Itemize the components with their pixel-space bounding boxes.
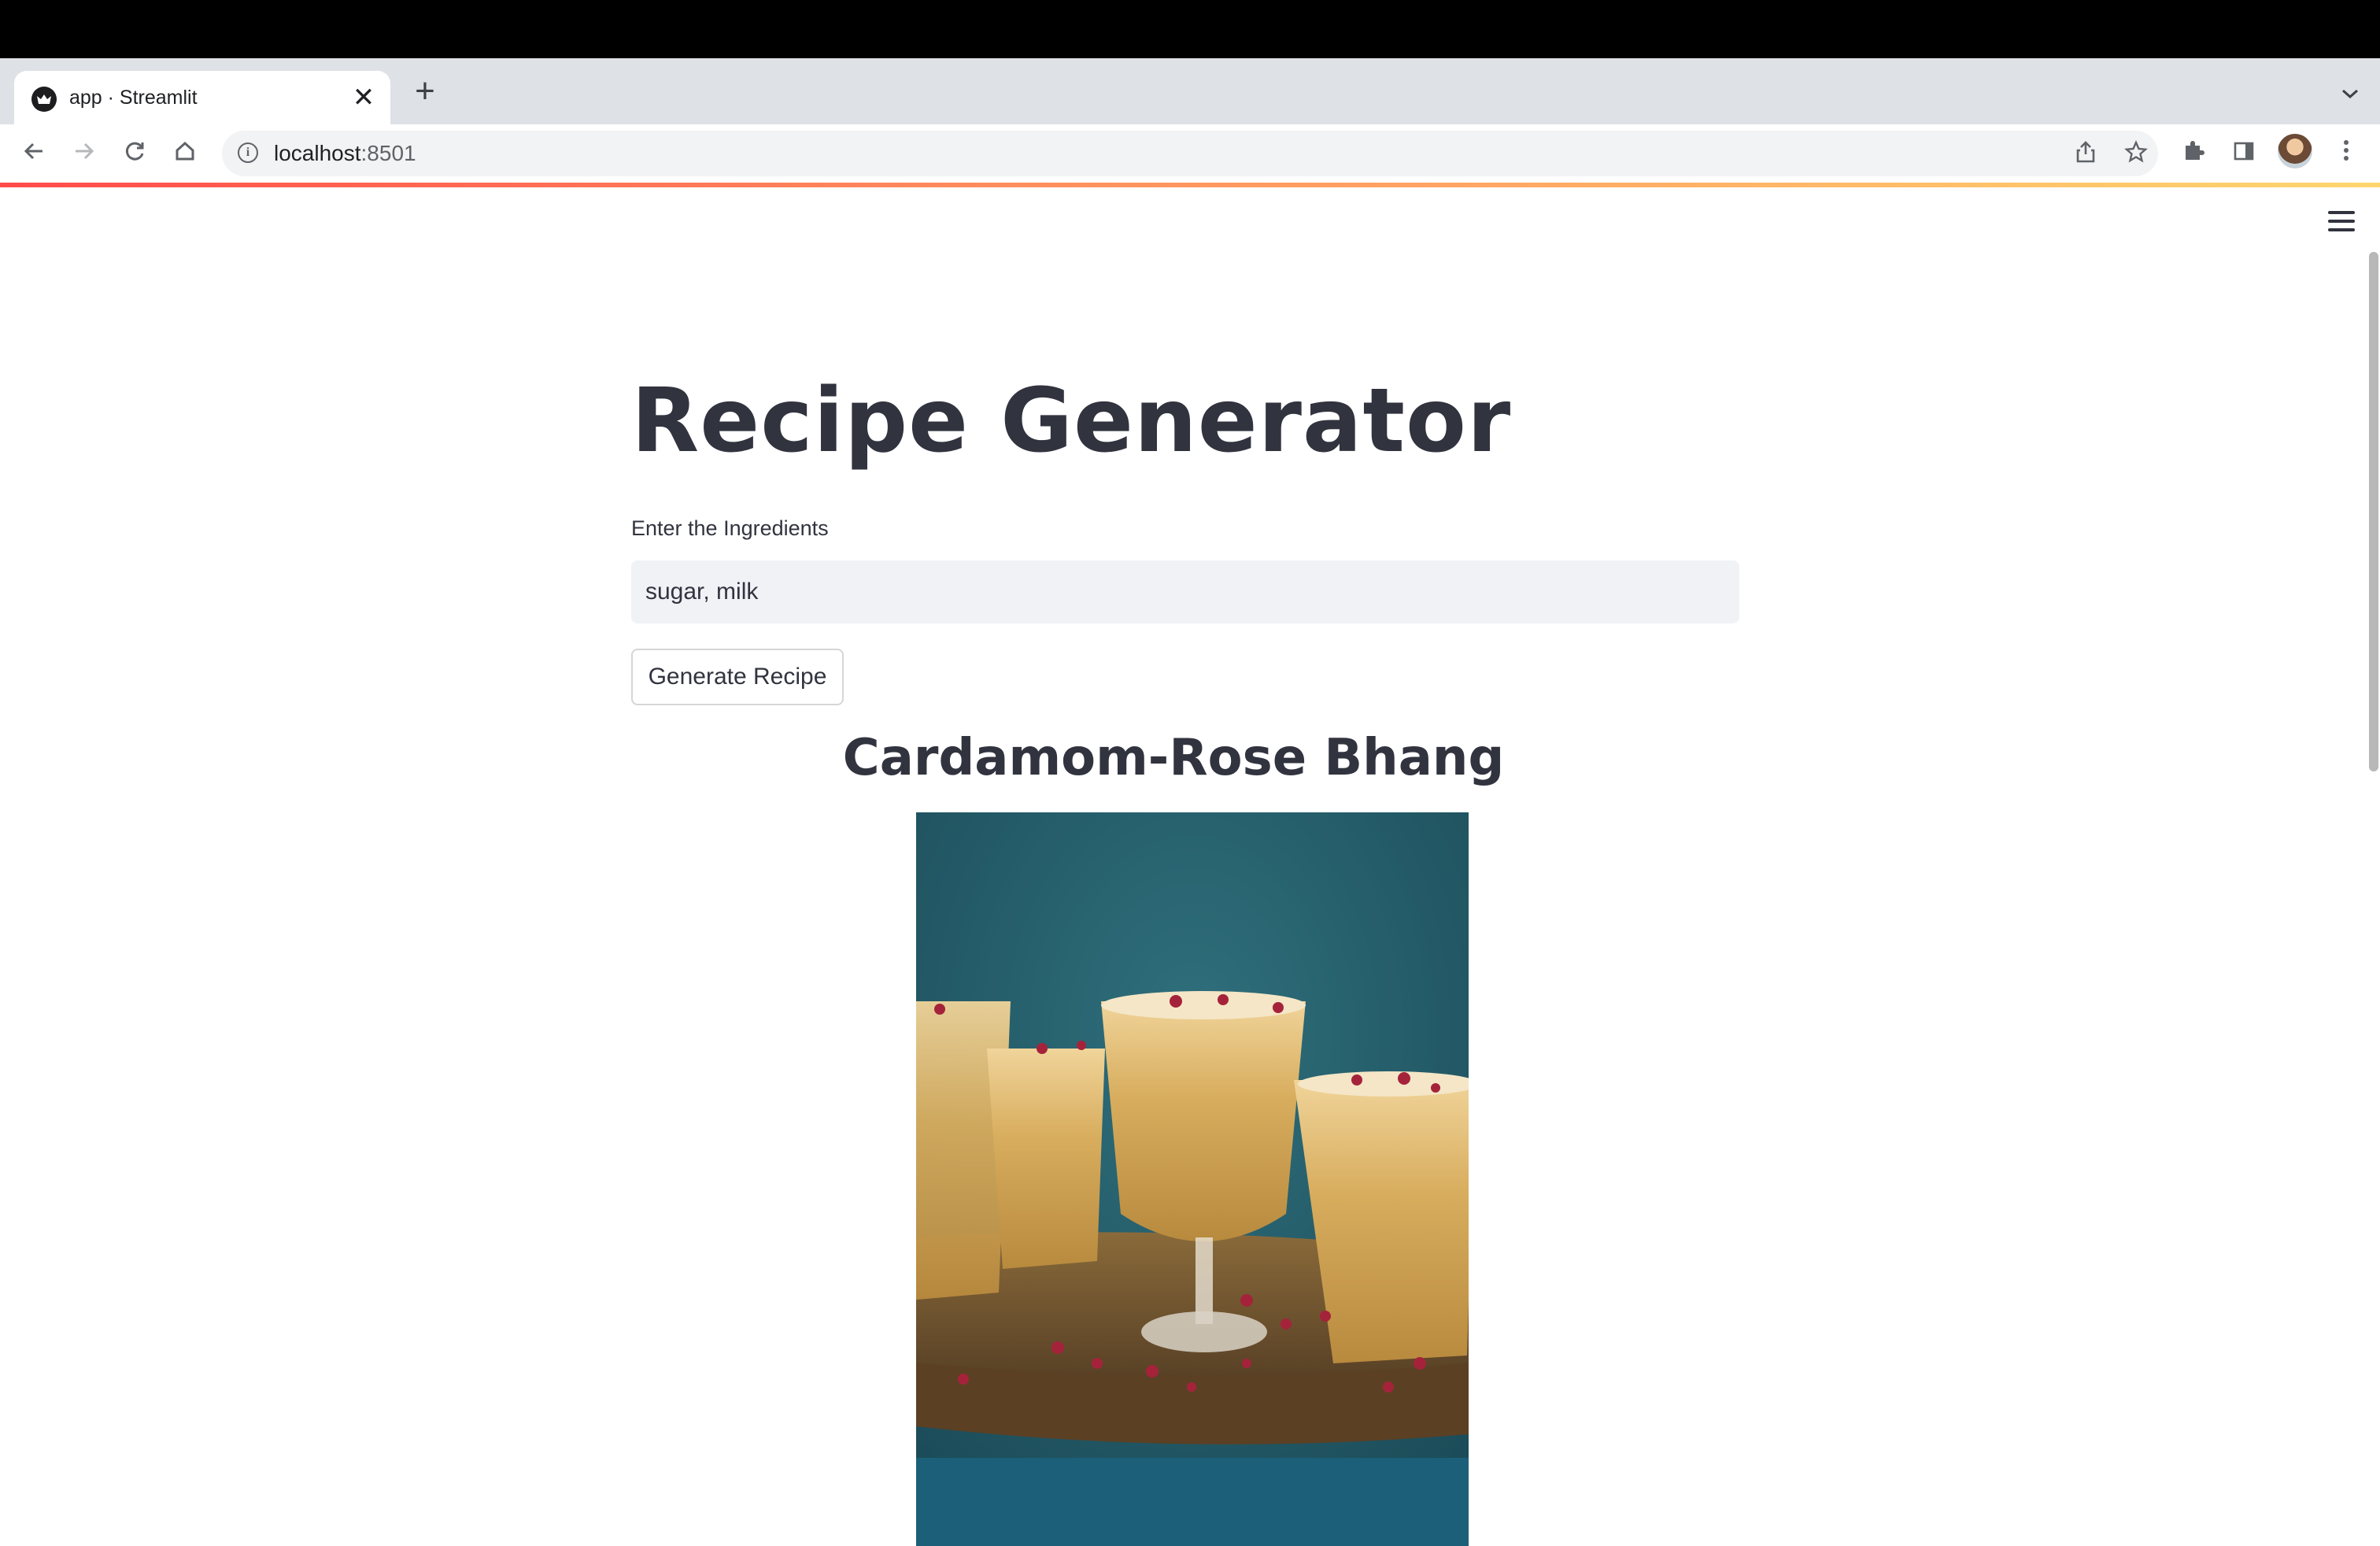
url-port: :8501 — [360, 141, 416, 165]
address-bar[interactable]: i localhost:8501 — [222, 131, 2158, 176]
generate-recipe-button[interactable]: Generate Recipe — [631, 649, 844, 705]
page-scrollbar[interactable] — [2369, 252, 2378, 771]
page-title: Recipe Generator — [631, 370, 1512, 472]
share-icon[interactable] — [2071, 140, 2100, 168]
recipe-title: Cardamom-Rose Bhang — [842, 729, 1505, 787]
browser-tab[interactable]: app · Streamlit ✕ — [14, 71, 390, 124]
reload-icon[interactable] — [115, 134, 154, 173]
back-icon[interactable] — [14, 134, 54, 173]
kebab-menu-icon[interactable] — [2326, 134, 2366, 173]
recipe-image — [916, 812, 1469, 1546]
streamlit-decoration-bar — [0, 183, 2380, 187]
tab-close-icon[interactable]: ✕ — [348, 82, 379, 113]
forward-icon[interactable] — [65, 134, 104, 173]
hamburger-menu-icon[interactable] — [2328, 211, 2355, 231]
tab-title: app · Streamlit — [69, 87, 198, 109]
url-text[interactable]: localhost:8501 — [274, 141, 416, 166]
browser-toolbar: i localhost:8501 — [0, 124, 2380, 183]
home-icon[interactable] — [165, 134, 205, 173]
tab-search-chevron-icon[interactable] — [2334, 77, 2366, 109]
ingredients-input[interactable] — [631, 560, 1739, 623]
profile-avatar[interactable] — [2278, 134, 2312, 168]
bookmark-star-icon[interactable] — [2122, 140, 2150, 168]
ingredients-label: Enter the Ingredients — [631, 516, 829, 540]
site-info-icon[interactable]: i — [238, 142, 258, 163]
extensions-icon[interactable] — [2174, 134, 2213, 173]
new-tab-icon[interactable]: + — [408, 74, 442, 109]
system-top-bar — [0, 0, 2380, 58]
url-host: localhost — [274, 141, 361, 165]
tab-strip: app · Streamlit ✕ + — [0, 58, 2380, 124]
recipe-title-container: Cardamom-Rose Bhang — [0, 729, 2380, 787]
streamlit-favicon-icon — [31, 87, 57, 112]
side-panel-icon[interactable] — [2224, 134, 2264, 173]
